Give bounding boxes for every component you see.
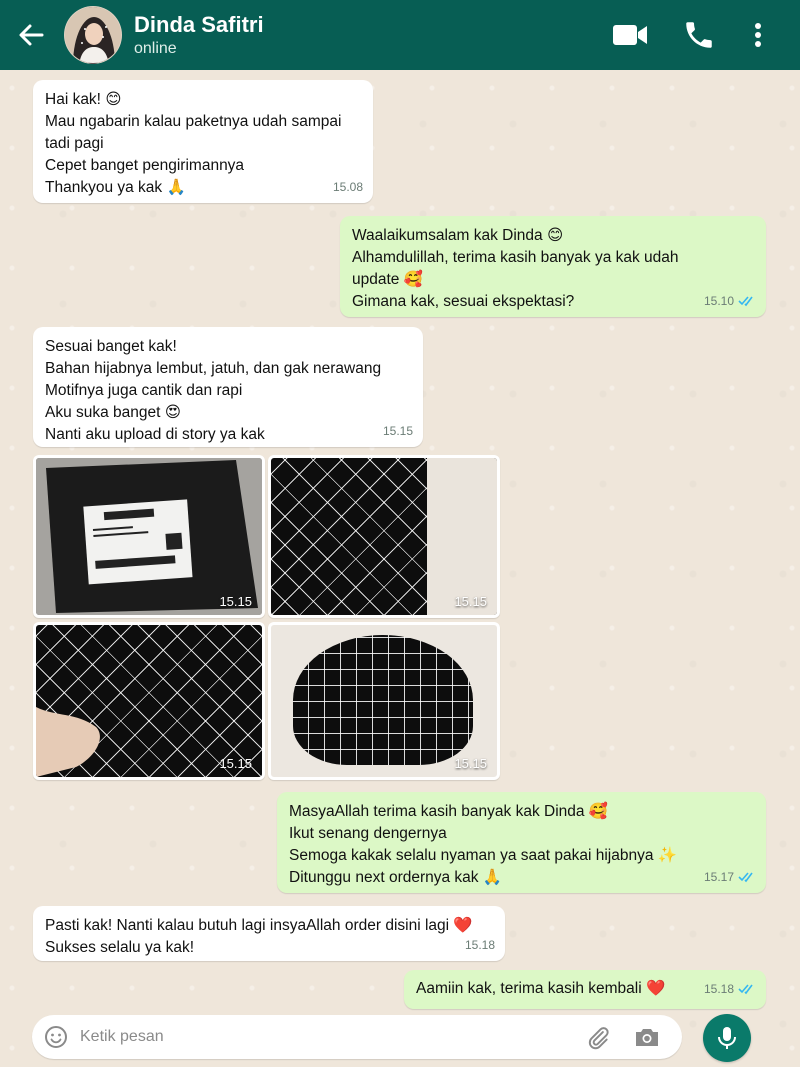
microphone-icon xyxy=(718,1027,736,1049)
message-time: 15.08 xyxy=(332,180,363,194)
camera-icon[interactable] xyxy=(634,1026,660,1048)
message-text: Ditunggu next ordernya kak 🙏 xyxy=(289,869,503,886)
phone-call-icon[interactable] xyxy=(682,18,716,52)
emoji-icon[interactable] xyxy=(44,1025,68,1049)
message-time: 15.17 xyxy=(703,870,734,884)
message-bubble-outgoing[interactable]: Aamiin kak, terima kasih kembali ❤️ 15.1… xyxy=(404,970,766,1009)
contact-name[interactable]: Dinda Safitri xyxy=(134,12,264,38)
video-call-icon[interactable] xyxy=(611,18,649,52)
read-ticks-icon xyxy=(738,984,753,995)
message-text: Semoga kakak selalu nyaman ya saat pakai… xyxy=(289,847,678,864)
photo-time: 15.15 xyxy=(219,594,252,609)
message-text: Motifnya juga cantik dan rapi xyxy=(45,382,243,399)
message-text: update 🥰 xyxy=(352,271,424,288)
message-text: tadi pagi xyxy=(45,135,104,152)
read-ticks-icon xyxy=(738,872,753,883)
message-bubble-outgoing[interactable]: MasyaAllah terima kasih banyak kak Dinda… xyxy=(277,792,766,893)
message-text: Pasti kak! Nanti kalau butuh lagi insyaA… xyxy=(45,917,473,934)
message-bubble-incoming[interactable]: Pasti kak! Nanti kalau butuh lagi insyaA… xyxy=(33,906,505,961)
message-time: 15.10 xyxy=(703,294,734,308)
message-input[interactable] xyxy=(80,1021,560,1053)
paperclip-icon[interactable] xyxy=(585,1025,611,1051)
message-text: MasyaAllah terima kasih banyak kak Dinda… xyxy=(289,803,609,820)
cap-image xyxy=(293,635,473,765)
message-bubble-incoming[interactable]: Sesuai banget kak! Bahan hijabnya lembut… xyxy=(33,327,423,447)
message-text: Ikut senang dengernya xyxy=(289,825,447,842)
message-text: Cepet banget pengirimannya xyxy=(45,157,245,174)
more-options-icon[interactable] xyxy=(748,18,768,52)
read-ticks-icon xyxy=(738,296,753,307)
message-text: Waalaikumsalam kak Dinda 😊 xyxy=(352,227,564,244)
message-text: Mau ngabarin kalau paketnya udah sampai xyxy=(45,113,342,130)
photo-time: 15.15 xyxy=(454,594,487,609)
message-bubble-incoming[interactable]: Hai kak! 😊 Mau ngabarin kalau paketnya u… xyxy=(33,80,373,203)
package-image xyxy=(36,458,262,615)
message-text: Gimana kak, sesuai ekspektasi? xyxy=(352,293,575,310)
photo-time: 15.15 xyxy=(454,756,487,771)
back-arrow-icon[interactable] xyxy=(14,18,48,52)
photo-hijab-ruffle[interactable]: 15.15 xyxy=(33,622,265,780)
chat-header: Dinda Safitri online xyxy=(0,0,800,70)
message-text: Sukses selalu ya kak! xyxy=(45,939,195,956)
message-text: Hai kak! 😊 xyxy=(45,91,122,108)
message-text: Sesuai banget kak! xyxy=(45,338,177,355)
message-bubble-outgoing[interactable]: Waalaikumsalam kak Dinda 😊 Alhamdulillah… xyxy=(340,216,766,317)
photo-hijab-diamond[interactable]: 15.15 xyxy=(268,455,500,618)
hand-image xyxy=(36,707,100,777)
message-text: Bahan hijabnya lembut, jatuh, dan gak ne… xyxy=(45,360,382,377)
message-time: 15.18 xyxy=(464,938,495,952)
message-input-bar xyxy=(32,1015,682,1059)
photo-shipping-package[interactable]: 15.15 xyxy=(33,455,265,618)
message-text: Alhamdulillah, terima kasih banyak ya ka… xyxy=(352,249,679,266)
avatar[interactable] xyxy=(64,6,122,64)
message-text: Nanti aku upload di story ya kak xyxy=(45,426,265,443)
message-text: Aku suka banget 😍 xyxy=(45,404,181,421)
message-time: 15.15 xyxy=(382,424,413,438)
photo-hijab-cap[interactable]: 15.15 xyxy=(268,622,500,780)
photo-time: 15.15 xyxy=(219,756,252,771)
contact-status: online xyxy=(134,40,177,57)
message-time: 15.18 xyxy=(703,982,734,996)
message-text: Thankyou ya kak 🙏 xyxy=(45,179,186,196)
microphone-button[interactable] xyxy=(703,1014,751,1062)
